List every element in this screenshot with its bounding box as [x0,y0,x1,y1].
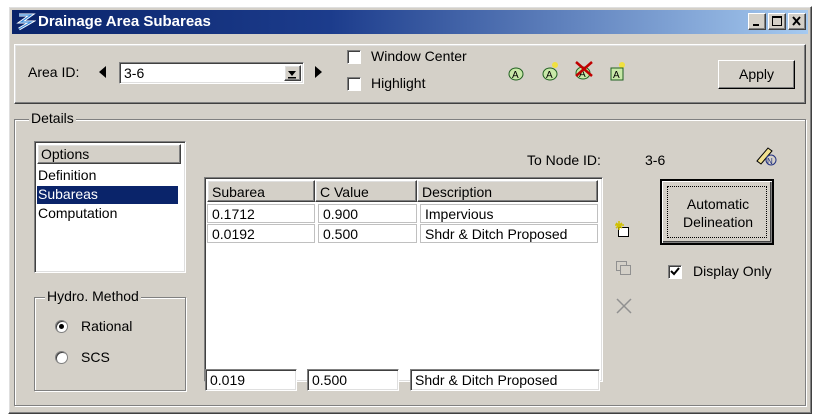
to-node-id-value: 3-6 [645,152,666,168]
apply-button-label: Apply [738,66,775,82]
svg-text:A: A [613,70,620,81]
apply-button[interactable]: Apply [718,60,795,89]
previous-area-arrow-icon[interactable] [98,65,108,82]
area-id-combobox[interactable]: 3-6 [119,62,304,84]
hydro-method-label: Hydro. Method [45,288,141,304]
window-center-checkbox[interactable] [347,50,361,64]
table-cell: 0.0192 [207,224,315,243]
automatic-delineation-label: Automatic Delineation [682,196,754,230]
toolbar-panel: Area ID: 3-6 Window Center Highlight A A… [14,44,806,104]
automatic-delineation-button[interactable]: Automatic Delineation [660,179,774,245]
checkmark-icon [670,267,680,276]
display-only-label: Display Only [693,263,772,279]
display-only-checkbox[interactable] [668,265,682,279]
option-item-subareas[interactable]: Subareas [37,186,178,204]
maximize-button[interactable] [768,13,786,30]
copy-row-icon[interactable] [615,260,633,281]
drainage-area-subareas-window: Drainage Area Subareas Area ID: 3-6 Wind… [8,6,812,414]
column-header-subarea[interactable]: Subarea [207,180,315,202]
minimize-button[interactable] [748,13,766,30]
app-logo-icon [16,12,37,36]
highlight-checkbox[interactable] [347,77,361,91]
next-area-arrow-icon[interactable] [313,65,323,82]
svg-text:A: A [546,70,553,81]
table-cell: 0.900 [318,204,417,223]
window-title: Drainage Area Subareas [38,13,211,30]
scs-label: SCS [81,349,110,365]
window-center-label: Window Center [371,48,467,64]
highlight-label: Highlight [371,75,426,91]
subarea-input[interactable]: 0.019 [205,369,297,391]
chevron-down-icon [288,71,296,79]
column-header-description[interactable]: Description [417,180,598,202]
rational-label: Rational [81,318,133,334]
details-group-label: Details [29,110,76,126]
combobox-dropdown-button[interactable] [284,65,301,81]
pick-node-pencil-icon[interactable]: N [754,145,778,170]
to-node-id-label: To Node ID: [527,152,601,168]
options-list[interactable]: Options Definition Subareas Computation [34,141,186,273]
c-value-input[interactable]: 0.500 [307,369,399,391]
rational-radio[interactable] [55,320,68,333]
options-header: Options [37,144,181,164]
area-id-label: Area ID: [28,64,80,80]
add-area-icon[interactable]: A [507,62,527,85]
option-item-computation[interactable]: Computation [37,205,178,223]
add-row-icon[interactable] [615,221,633,242]
title-bar[interactable]: Drainage Area Subareas [12,10,808,34]
hydro-method-group [34,297,186,391]
scs-radio[interactable] [55,351,68,364]
table-cell: Impervious [420,204,598,223]
svg-text:N: N [767,157,773,166]
delete-area-icon[interactable]: A [573,59,595,84]
delete-row-icon[interactable] [615,297,633,318]
option-item-definition[interactable]: Definition [37,167,178,185]
radio-selected-dot [59,324,64,329]
new-area-icon[interactable]: A [540,60,562,85]
table-cell: 0.500 [318,224,417,243]
edit-area-icon[interactable]: A [607,60,629,85]
subarea-table[interactable]: Subarea C Value Description 0.1712 0.900… [204,177,603,382]
close-button[interactable] [788,13,806,30]
table-cell: 0.1712 [207,204,315,223]
table-cell: Shdr & Ditch Proposed [420,224,598,243]
svg-text:A: A [512,70,519,81]
description-input[interactable]: Shdr & Ditch Proposed [410,369,600,391]
area-id-value: 3-6 [124,65,145,81]
column-header-c-value[interactable]: C Value [315,180,417,202]
